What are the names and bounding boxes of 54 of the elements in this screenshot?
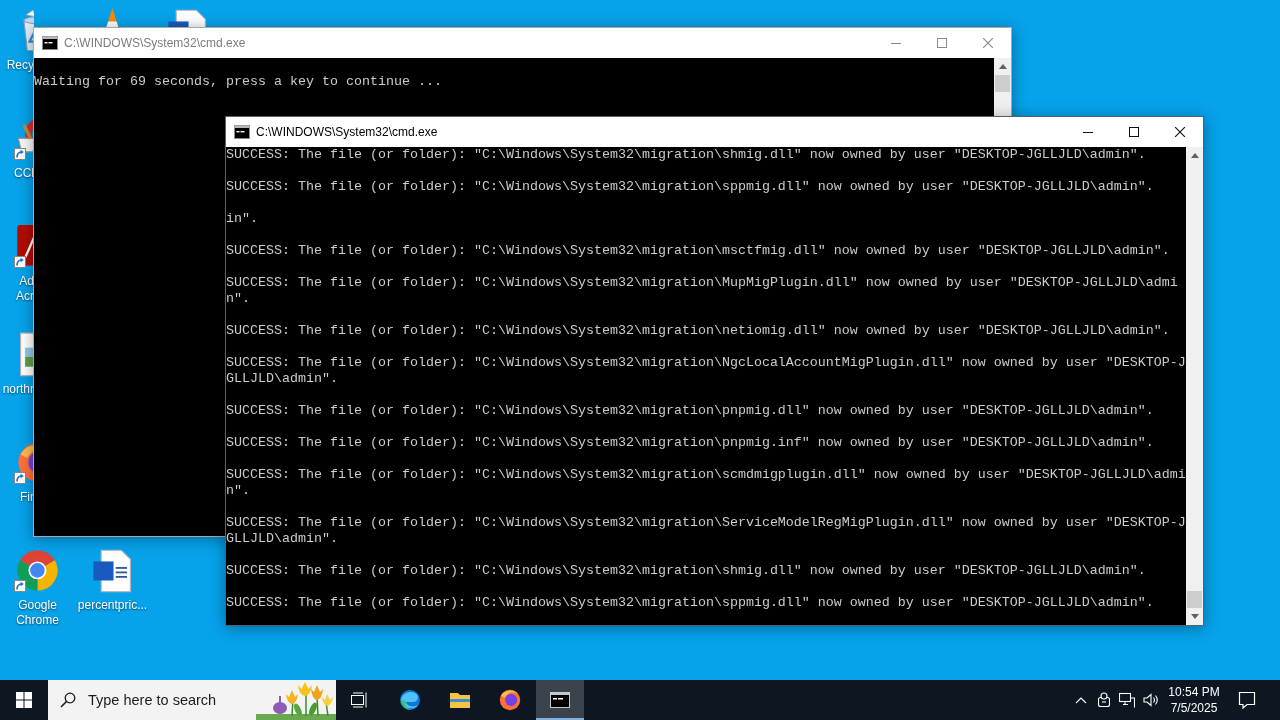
console-line: SUCCESS: The file (or folder): "C:\Windows\System32\migration\NgcLocalAccountMigPlugin.dll" now owned by user "DESKTOP-JGLLJLD\admin". (226, 355, 1186, 387)
close-icon (1175, 127, 1185, 137)
notification-icon[interactable] (1238, 691, 1256, 709)
console-line: SUCCESS: The file (or folder): "C:\Windows\System32\migration\sppmig.dll" now owned by user "DESKTOP-JGLLJLD\admin". (226, 179, 1154, 195)
tulip-flowers-icon (256, 680, 336, 720)
desktop-icon-label[interactable]: Recy (0, 58, 34, 73)
console-line: SUCCESS: The file (or folder): "C:\Windows\System32\migration\shmig.dll" now owned by user "DESKTOP-JGLLJLD\admin". (226, 563, 1146, 579)
search-input[interactable]: Type here to search (88, 692, 226, 708)
console-line: SUCCESS: The file (or folder): "C:\Windows\System32\migration\MupMigPlugin.dll" now owned by user "DESKTOP-JGLLJLD\admin". (226, 275, 1179, 307)
scrollbar[interactable] (994, 58, 1011, 116)
up-arrow-icon[interactable] (1190, 153, 1199, 158)
console-line: Waiting for 69 seconds, press a key to continue ... (34, 74, 442, 90)
window-title: C:\WINDOWS\System32\cmd.exe (256, 125, 439, 139)
console-line: SUCCESS: The file (or folder): "C:\Windows\System32\migration\pnpmig.dll" now owned by user "DESKTOP-JGLLJLD\admin". (226, 403, 1154, 419)
console-line: SUCCESS: The file (or folder): "C:\Windows\System32\migration\sppmig.dll" now owned by user "DESKTOP-JGLLJLD\admin". (226, 595, 1154, 611)
minimize-icon (1083, 131, 1093, 133)
scrollbar-thumb[interactable] (995, 75, 1010, 92)
up-arrow-icon[interactable] (998, 64, 1007, 69)
minimize-icon (891, 42, 901, 44)
volume-icon[interactable] (1143, 692, 1159, 708)
network-icon[interactable] (1119, 692, 1135, 708)
console-app-icon[interactable] (42, 36, 58, 50)
desktop-icon-label[interactable]: percentpric... (75, 598, 150, 613)
firefox-icon (498, 688, 522, 712)
scrollbar-thumb[interactable] (1187, 591, 1202, 608)
console-line: SUCCESS: The file (or folder): "C:\Windows\System32\migration\scmdmigplugin.dll" now owned by user "DESKTOP-JGLLJLD\admin". (226, 467, 1186, 499)
tray-status-icon[interactable] (1097, 692, 1111, 708)
console-line: SUCCESS: The file (or folder): "C:\Windows\System32\migration\netiomig.dll" now owned by user "DESKTOP-JGLLJLD\admin". (226, 323, 1170, 339)
task-view-icon (351, 692, 369, 708)
chevron-up-icon[interactable] (1075, 696, 1087, 704)
desktop-icon-label[interactable]: CCl (0, 166, 34, 181)
down-arrow-icon[interactable] (1190, 614, 1199, 619)
clock[interactable]: 10:54 PM 7/5/2025 (1163, 680, 1225, 720)
window-title: C:\WINDOWS\System32\cmd.exe (64, 36, 247, 50)
desktop-icon-label[interactable]: Google Chrome (0, 598, 75, 628)
maximize-icon (937, 38, 947, 48)
desktop-icon-label[interactable]: Ad Acr (0, 274, 34, 304)
edge-icon (398, 688, 422, 712)
console-line: SUCCESS: The file (or folder): "C:\Windows\System32\migration\pnpmig.inf" now owned by user "DESKTOP-JGLLJLD\admin". (226, 435, 1154, 451)
console-line: SUCCESS: The file (or folder): "C:\Windows\System32\migration\shmig.dll" now owned by user "DESKTOP-JGLLJLD\admin". (226, 147, 1146, 163)
console-line: SUCCESS: The file (or folder): "C:\Windows\System32\migration\ServiceModelRegMigPlugin.dll" now owned by user "DESKTOP-JGLLJLD\admin". (226, 515, 1186, 547)
console-line: SUCCESS: The file (or folder): "C:\Windows\System32\migration\msctfmig.dll" now owned by user "DESKTOP-JGLLJLD\admin". (226, 243, 1170, 259)
desktop-icon-label[interactable]: northr (0, 382, 34, 397)
search-box[interactable]: Type here to search (48, 680, 336, 720)
console-line: in". (226, 211, 258, 227)
console-app-icon[interactable] (234, 125, 250, 139)
maximize-icon (1129, 127, 1139, 137)
scrollbar[interactable] (1186, 147, 1203, 625)
search-icon (60, 692, 76, 708)
chrome-icon[interactable] (14, 548, 60, 594)
windows-logo-icon (16, 692, 32, 708)
close-icon (983, 38, 993, 48)
desktop-icon-label[interactable]: Fir (0, 490, 34, 505)
command-prompt-button[interactable] (536, 680, 584, 720)
